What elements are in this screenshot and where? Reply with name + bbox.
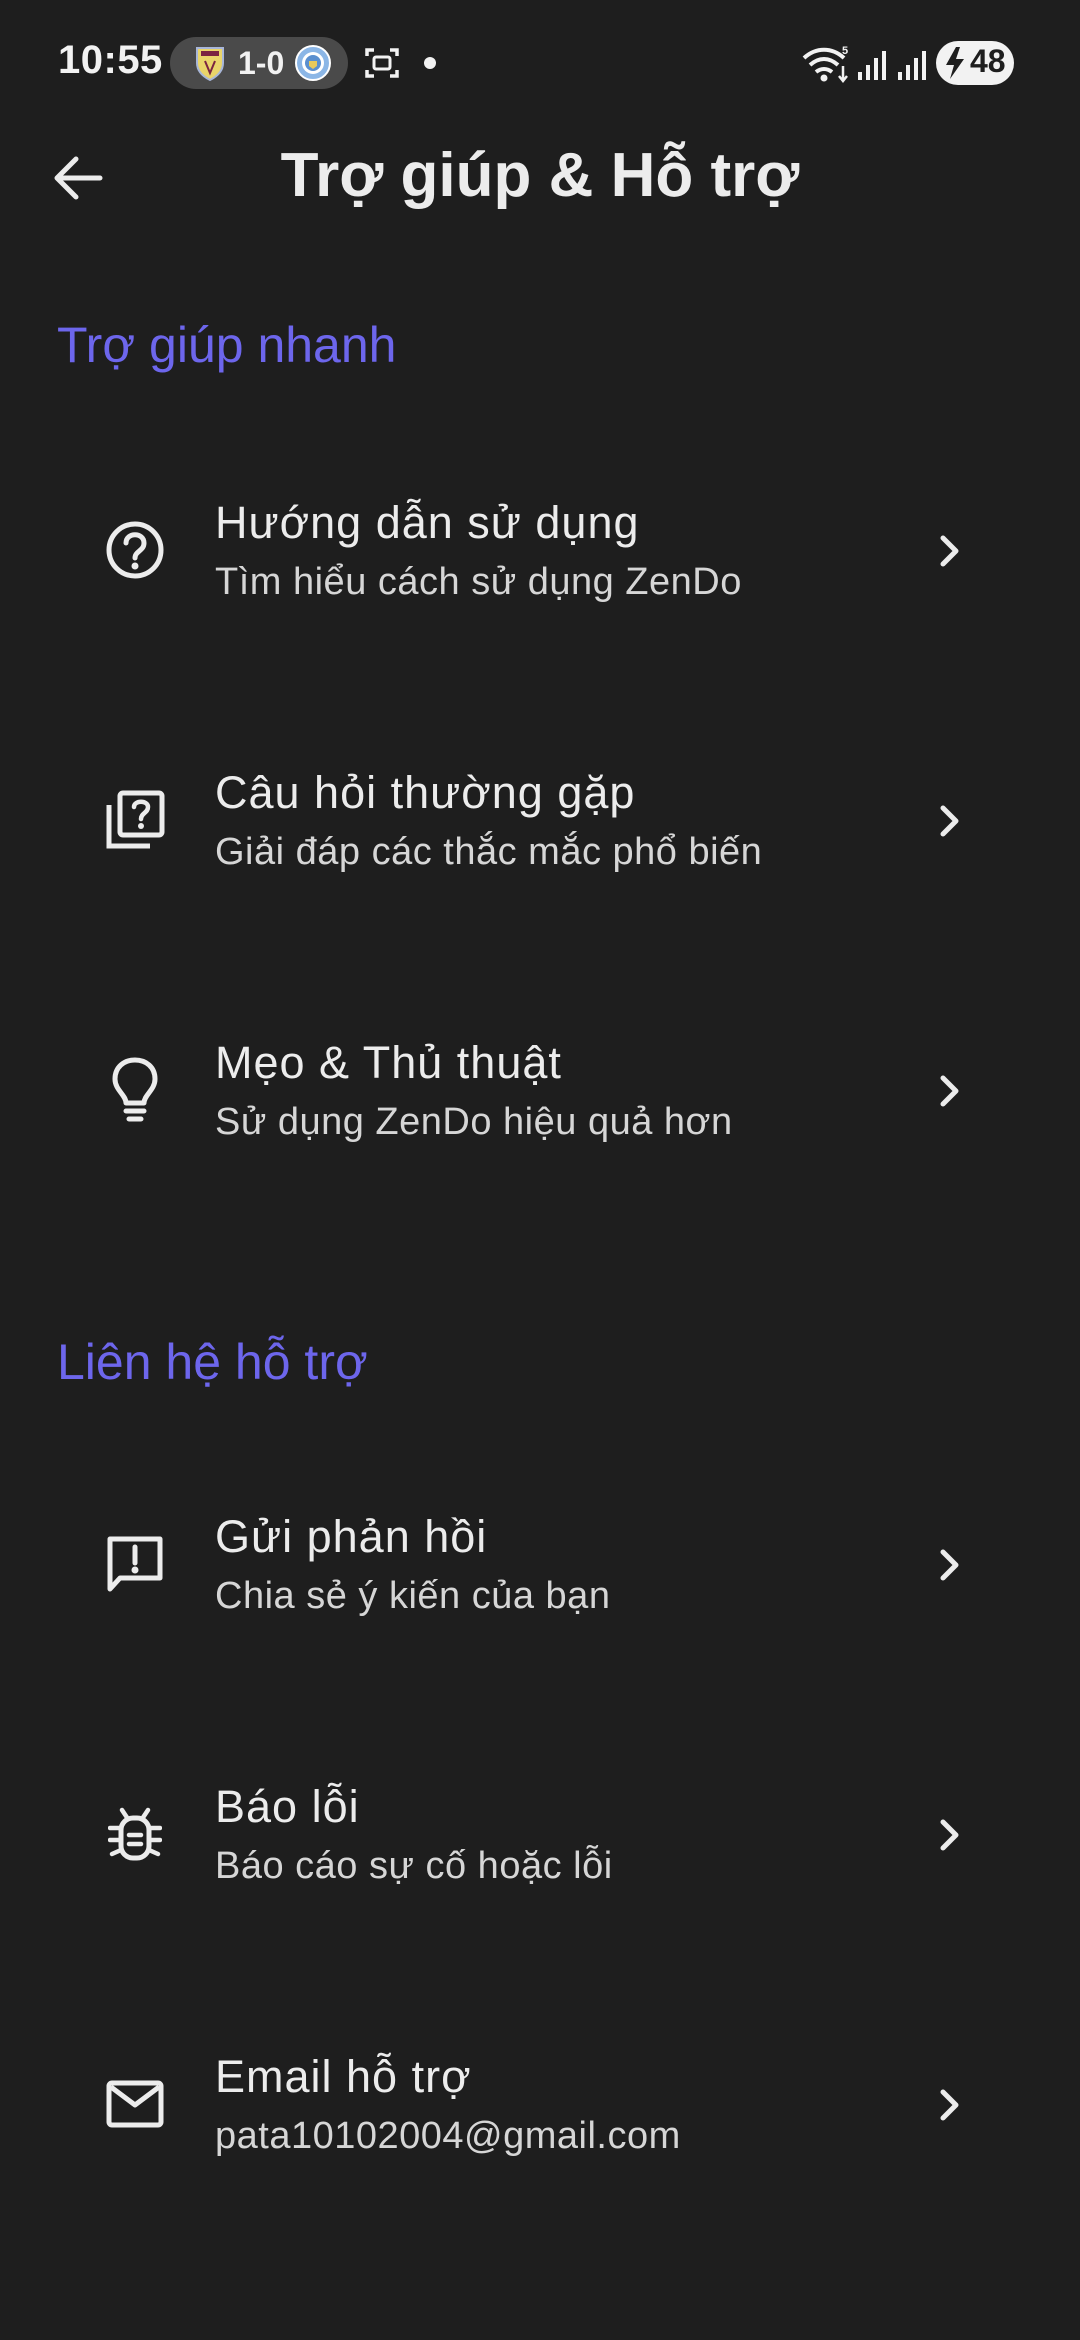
menu-item-subtitle: Sử dụng ZenDo hiệu quả hơn <box>215 1101 733 1143</box>
chevron-right-icon <box>930 529 970 573</box>
section-header-contact: Liên hệ hỗ trợ <box>57 1334 368 1390</box>
wifi-icon: 5 <box>802 45 848 84</box>
chevron-right-icon <box>930 1069 970 1113</box>
menu-item-title: Hướng dẫn sử dụng <box>215 497 640 548</box>
section-header-quick-help: Trợ giúp nhanh <box>57 317 397 373</box>
chevron-right-icon <box>930 799 970 843</box>
help-circle-icon <box>96 511 174 589</box>
feedback-icon <box>96 1525 174 1603</box>
menu-item-subtitle: Giải đáp các thắc mắc phổ biến <box>215 831 763 873</box>
live-score-pill[interactable]: 1-0 <box>170 37 348 89</box>
team-crest-icon <box>196 47 224 81</box>
chevron-right-icon <box>930 1543 970 1587</box>
chevron-right-icon <box>930 1813 970 1857</box>
app-bar: Trợ giúp & Hỗ trợ <box>0 126 1080 230</box>
menu-item-user-guide[interactable]: Hướng dẫn sử dụng Tìm hiểu cách sử dụng … <box>0 417 1080 687</box>
mail-icon <box>96 2065 174 2143</box>
menu-item-send-feedback[interactable]: Gửi phản hồi Chia sẻ ý kiến của bạn <box>0 1431 1080 1701</box>
notification-dot <box>424 57 436 69</box>
menu-item-support-email[interactable]: Email hỗ trợ pata10102004@gmail.com <box>0 1971 1080 2241</box>
menu-item-title: Câu hỏi thường gặp <box>215 767 636 818</box>
screen-record-icon <box>365 48 399 78</box>
battery-indicator: 48 <box>936 41 1014 85</box>
menu-item-subtitle: Tìm hiểu cách sử dụng ZenDo <box>215 561 742 603</box>
help-support-screen: 10:55 1-0 5 48 Trợ giúp & Hỗ trợ Trợ giú… <box>0 0 1080 2340</box>
menu-item-title: Báo lỗi <box>215 1781 360 1832</box>
page-title: Trợ giúp & Hỗ trợ <box>280 141 800 210</box>
chevron-right-icon <box>930 2083 970 2127</box>
svg-text:5: 5 <box>842 45 848 57</box>
menu-item-subtitle: Chia sẻ ý kiến của bạn <box>215 1575 611 1617</box>
menu-item-title: Mẹo & Thủ thuật <box>215 1037 562 1088</box>
status-bar: 10:55 1-0 5 48 <box>0 0 1080 126</box>
menu-item-faq[interactable]: Câu hỏi thường gặp Giải đáp các thắc mắc… <box>0 687 1080 957</box>
menu-item-title: Email hỗ trợ <box>215 2051 472 2102</box>
bug-icon <box>96 1795 174 1873</box>
match-score: 1-0 <box>238 45 285 81</box>
signal-icon <box>858 51 886 80</box>
lightbulb-icon <box>96 1051 174 1129</box>
menu-item-title: Gửi phản hồi <box>215 1511 488 1562</box>
menu-item-tips[interactable]: Mẹo & Thủ thuật Sử dụng ZenDo hiệu quả h… <box>0 957 1080 1227</box>
battery-level: 48 <box>970 43 1006 79</box>
signal-icon <box>898 51 926 80</box>
menu-item-report-bug[interactable]: Báo lỗi Báo cáo sự cố hoặc lỗi <box>0 1701 1080 1971</box>
faq-library-icon <box>96 781 174 859</box>
status-time: 10:55 <box>58 38 163 82</box>
menu-item-subtitle: pata10102004@gmail.com <box>215 2115 681 2157</box>
team-crest-icon <box>295 45 331 81</box>
menu-item-subtitle: Báo cáo sự cố hoặc lỗi <box>215 1845 613 1887</box>
